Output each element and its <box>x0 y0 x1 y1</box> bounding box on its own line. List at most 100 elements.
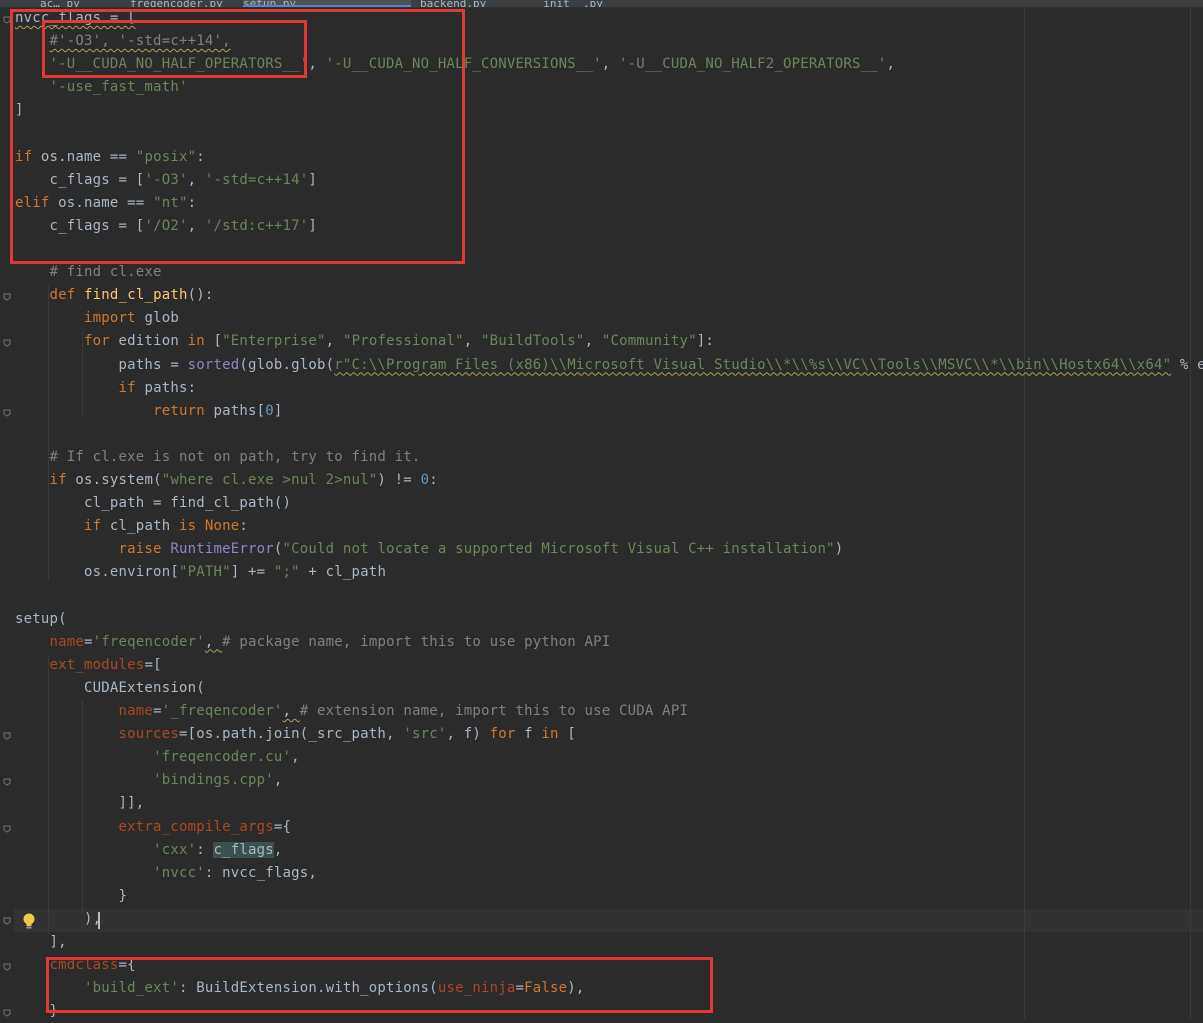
code-token: , <box>601 56 620 73</box>
code-line[interactable]: if os.system("where cl.exe >nul 2>nul") … <box>15 469 438 492</box>
lightbulb-icon[interactable] <box>21 912 37 930</box>
code-token: , <box>204 633 223 650</box>
code-line[interactable]: # If cl.exe is not on path, try to find … <box>15 446 421 469</box>
code-token: : nvcc_flags, <box>204 864 318 881</box>
code-line[interactable]: if paths: <box>15 377 196 400</box>
code-line[interactable]: for edition in ["Enterprise", "Professio… <box>15 330 714 353</box>
code-token: ], <box>15 934 67 950</box>
code-token: for <box>84 333 110 350</box>
code-token: "Community" <box>601 333 697 350</box>
code-token: sorted <box>187 356 240 373</box>
code-token: 'freqencoder' <box>92 633 205 650</box>
code-token: , <box>584 333 602 350</box>
code-token: 'nvcc' <box>153 864 205 881</box>
code-token: (): <box>187 287 214 304</box>
code-line[interactable]: if cl_path is None: <box>15 515 248 538</box>
code-line[interactable]: setup( <box>15 608 67 631</box>
code-token: CUDAExtension( <box>15 679 205 696</box>
code-token: find_cl_path <box>84 287 188 304</box>
editor-tab[interactable]: ac… py <box>40 0 120 7</box>
code-token: (glob.glob( <box>239 356 335 373</box>
code-line[interactable]: CUDAExtension( <box>15 677 205 700</box>
code-line[interactable]: 'cxx': c_flags, <box>15 839 283 862</box>
code-line[interactable]: extra_compile_args={ <box>15 816 291 839</box>
fold-marker-icon[interactable] <box>3 293 11 301</box>
fold-marker-icon[interactable] <box>3 732 11 740</box>
code-line[interactable]: def find_cl_path(): <box>15 284 214 307</box>
code-token: os.environ[ <box>15 564 179 581</box>
code-token: : <box>239 518 249 535</box>
code-token: "BuildTools" <box>481 333 585 350</box>
code-line[interactable]: } <box>15 885 127 908</box>
right-margin-guide <box>1024 8 1025 1019</box>
fold-marker-icon[interactable] <box>3 917 11 925</box>
code-token: setup( <box>15 610 67 627</box>
code-line[interactable]: return paths[0] <box>15 400 283 423</box>
code-token: r"C:\\Program Files (x86)\\Microsoft Vis… <box>334 356 1172 373</box>
code-token: , <box>273 772 283 789</box>
code-line[interactable]: 'freqencoder.cu', <box>15 746 300 769</box>
editor-tab-active[interactable]: setup.py <box>243 0 411 7</box>
code-line[interactable]: sources=[os.path.join(_src_path, 'src', … <box>15 723 576 746</box>
code-line[interactable]: 'bindings.cpp', <box>15 769 283 792</box>
fold-marker-icon[interactable] <box>3 1009 11 1017</box>
code-token: 'freqencoder.cu' <box>153 749 292 766</box>
code-token: # extension name, import this to use CUD… <box>299 703 689 719</box>
code-token: name <box>118 703 154 719</box>
right-margin-guide <box>1190 8 1191 1019</box>
code-line[interactable]: 'nvcc': nvcc_flags, <box>15 862 317 885</box>
code-token: ] += <box>230 564 274 581</box>
code-token: , <box>463 333 482 350</box>
fold-marker-icon[interactable] <box>3 339 11 347</box>
code-line[interactable]: name='freqencoder', # package name, impo… <box>15 631 611 654</box>
fold-marker-icon[interactable] <box>3 778 11 786</box>
code-token: "where cl.exe >nul 2>nul" <box>161 472 378 488</box>
code-line[interactable]: # find cl.exe <box>15 261 162 284</box>
code-token: ] <box>273 402 283 419</box>
code-line[interactable]: name='_freqencoder', # extension name, i… <box>15 700 688 723</box>
code-token: c_flags <box>213 841 274 858</box>
code-token: glob <box>135 310 179 327</box>
fold-marker-icon[interactable] <box>3 825 11 833</box>
code-token: edition <box>109 333 188 350</box>
code-line[interactable]: raise RuntimeError("Could not locate a s… <box>15 538 844 561</box>
fold-marker-icon[interactable] <box>3 409 11 417</box>
code-token: is <box>178 518 197 535</box>
editor-tab[interactable]: __init__.py <box>530 0 630 7</box>
code-token: ( <box>273 541 283 558</box>
code-token: if <box>118 379 136 396</box>
code-line[interactable]: import glob <box>15 307 179 330</box>
code-line[interactable]: ext_modules=[ <box>15 654 162 677</box>
code-line[interactable]: paths = sorted(glob.glob(r"C:\\Program F… <box>15 354 1203 377</box>
code-line[interactable]: cl_path = find_cl_path() <box>15 492 291 515</box>
code-token: # If cl.exe is not on path, try to find … <box>49 448 421 465</box>
code-token: [ <box>204 333 223 350</box>
code-token: ) != <box>377 472 421 488</box>
code-line[interactable]: ], <box>15 931 67 954</box>
editor-tab-bar: ac… py freqencoder.py setup.py backend.p… <box>0 0 1203 8</box>
editor-tab[interactable]: freqencoder.py <box>130 0 230 7</box>
code-line[interactable]: ]], <box>15 792 145 815</box>
code-line[interactable]: os.environ["PATH"] += ";" + cl_path <box>15 561 386 584</box>
code-token: , <box>282 703 300 719</box>
code-token: f <box>515 726 542 743</box>
fold-marker-icon[interactable] <box>3 963 11 971</box>
code-token: } <box>15 887 128 904</box>
editor-tab[interactable]: backend.py <box>420 0 510 7</box>
code-token: "Professional" <box>342 333 464 350</box>
code-token: =[ <box>144 656 162 673</box>
